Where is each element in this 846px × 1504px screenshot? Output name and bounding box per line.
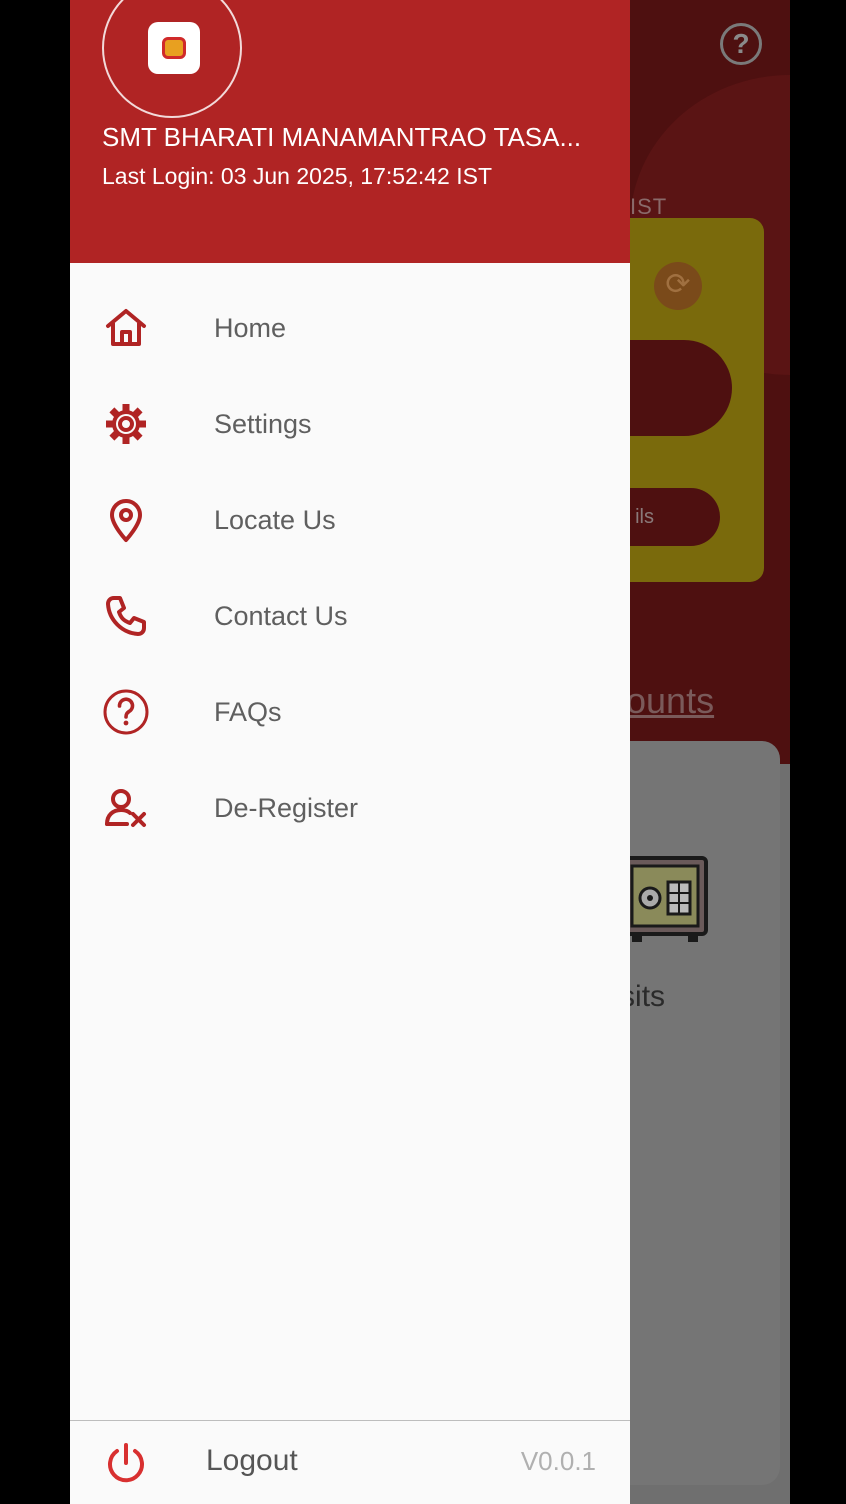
safe-icon — [622, 856, 708, 942]
app-version: V0.0.1 — [520, 1446, 596, 1476]
drawer-footer: Logout V0.0.1 — [70, 1420, 630, 1504]
menu-label-faqs: FAQs — [214, 697, 282, 727]
gear-icon — [106, 404, 146, 444]
bank-logo-mark — [162, 37, 186, 59]
menu-item-contact-us[interactable]: Contact Us — [70, 568, 630, 664]
menu-item-home[interactable]: Home — [70, 280, 630, 376]
timezone-text: IST — [630, 194, 668, 219]
refresh-icon[interactable]: ⟳ — [654, 262, 702, 310]
menu-item-de-register[interactable]: De-Register — [70, 760, 630, 856]
menu-label-contact-us: Contact Us — [214, 601, 348, 631]
question-circle-icon[interactable]: ? — [720, 23, 762, 65]
drawer-header: SMT BHARATI MANAMANTRAO TASA... Last Log… — [70, 0, 630, 263]
avatar[interactable] — [102, 0, 242, 118]
user-remove-icon — [105, 789, 146, 827]
menu-label-home: Home — [214, 313, 287, 343]
menu-label-de-register: De-Register — [214, 793, 359, 823]
bank-logo-icon — [148, 22, 200, 74]
home-icon — [106, 309, 146, 346]
logout-button[interactable]: Logout — [206, 1421, 298, 1501]
menu-item-faqs[interactable]: FAQs — [70, 664, 630, 760]
navigation-drawer: SMT BHARATI MANAMANTRAO TASA... Last Log… — [70, 0, 630, 1504]
menu-item-locate-us[interactable]: Locate Us — [70, 472, 630, 568]
phone-icon — [106, 596, 146, 636]
question-circle-icon — [103, 689, 149, 735]
menu-label-locate-us: Locate Us — [214, 505, 336, 535]
menu-item-settings[interactable]: Settings — [70, 376, 630, 472]
user-name: SMT BHARATI MANAMANTRAO TASA... — [102, 122, 582, 152]
menu-label-settings: Settings — [214, 409, 312, 439]
location-pin-icon — [110, 499, 142, 542]
last-login-text: Last Login: 03 Jun 2025, 17:52:42 IST — [102, 163, 493, 189]
power-icon[interactable] — [104, 1441, 148, 1485]
drawer-menu: Home Settings Locate Us Contact Us FAQs … — [70, 280, 630, 856]
